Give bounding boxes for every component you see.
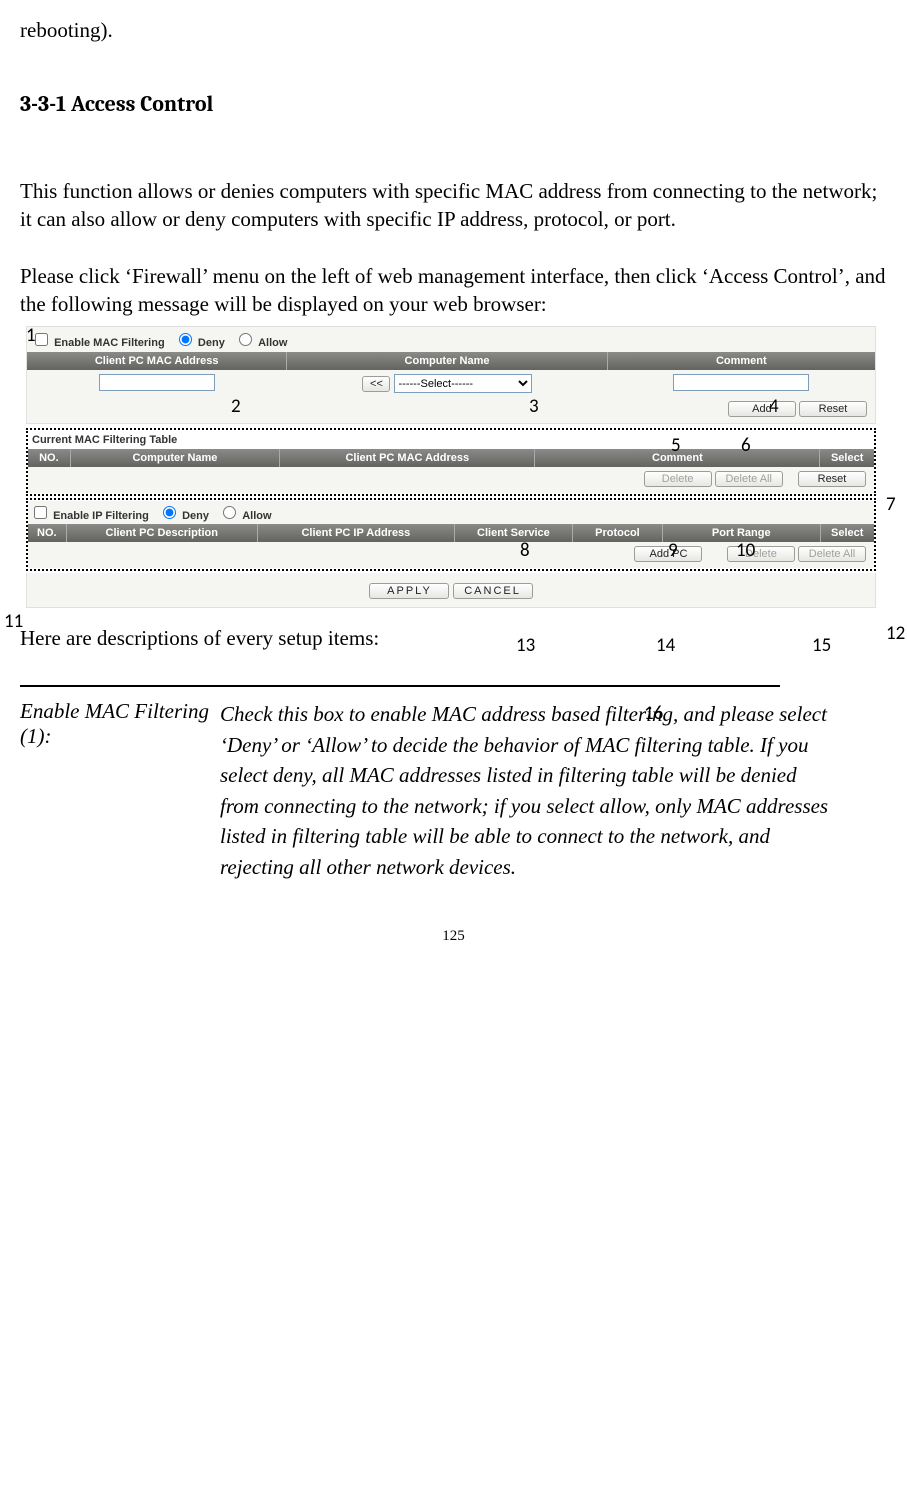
mac-add-body-row: << ------Select------ xyxy=(27,370,875,397)
apply-button[interactable]: APPLY xyxy=(369,583,449,599)
mac-delete-all-button[interactable]: Delete All xyxy=(715,471,783,487)
mac-add-header-row: Client PC MAC Address Computer Name Comm… xyxy=(27,352,875,370)
access-control-screenshot: 1 2 3 4 5 6 7 8 9 10 11 12 13 14 15 16 E… xyxy=(16,326,886,608)
client-mac-input[interactable] xyxy=(99,374,215,391)
page-number: 125 xyxy=(20,928,887,945)
mac-add-button[interactable]: Add xyxy=(728,401,796,417)
mac-comment-input[interactable] xyxy=(673,374,809,391)
items-table: Enable MAC Filtering (1): Check this box… xyxy=(20,699,840,882)
ip-allow-label: Allow xyxy=(242,510,271,522)
enable-ip-filtering-checkbox[interactable] xyxy=(34,506,47,519)
intro-paragraph-1: This function allows or denies computers… xyxy=(20,177,887,234)
mac-delete-button[interactable]: Delete xyxy=(644,471,712,487)
mac-table-h-mac: Client PC MAC Address xyxy=(280,449,535,467)
enable-ip-filtering-label: Enable IP Filtering xyxy=(53,510,149,522)
ip-deny-label: Deny xyxy=(182,510,209,522)
ip-delete-all-button[interactable]: Delete All xyxy=(798,546,866,562)
ip-h-proto: Protocol xyxy=(573,524,663,542)
ip-allow-radio[interactable] xyxy=(223,506,236,519)
section-heading: 3-3-1 Access Control xyxy=(20,91,887,117)
ip-deny-radio[interactable] xyxy=(163,506,176,519)
mac-allow-radio[interactable] xyxy=(239,333,252,346)
mac-deny-radio[interactable] xyxy=(179,333,192,346)
callout-16: 16 xyxy=(644,702,663,725)
callout-5: 5 xyxy=(671,434,681,457)
ip-h-svc: Client Service xyxy=(455,524,573,542)
horizontal-rule xyxy=(20,685,780,687)
mac-allow-label: Allow xyxy=(258,337,287,349)
ip-filtering-bar: Enable IP Filtering Deny Allow xyxy=(28,501,874,524)
mac-table-h-no: NO. xyxy=(28,449,71,467)
mac-table-h-sel: Select xyxy=(820,449,874,467)
items-lead-in: Here are descriptions of every setup ite… xyxy=(20,626,887,651)
copy-mac-button[interactable]: << xyxy=(362,376,390,392)
callout-14: 14 xyxy=(656,634,675,657)
apply-cancel-row: APPLY CANCEL xyxy=(26,573,876,608)
enable-mac-filtering-checkbox[interactable] xyxy=(35,333,48,346)
callout-6: 6 xyxy=(741,434,751,457)
computer-name-select[interactable]: ------Select------ xyxy=(394,374,532,393)
callout-13: 13 xyxy=(516,634,535,657)
ip-h-sel: Select xyxy=(821,524,874,542)
mac-table-h-name: Computer Name xyxy=(71,449,281,467)
enable-mac-filtering-label: Enable MAC Filtering xyxy=(54,337,165,349)
callout-11: 11 xyxy=(4,610,23,633)
mac-deny-label: Deny xyxy=(198,337,225,349)
mac-reset-button[interactable]: Reset xyxy=(799,401,867,417)
callout-3: 3 xyxy=(529,395,539,418)
item-value-1: Check this box to enable MAC address bas… xyxy=(220,699,840,882)
mac-table-button-row: Delete Delete All Reset xyxy=(28,467,874,493)
cancel-button[interactable]: CANCEL xyxy=(453,583,533,599)
callout-15: 15 xyxy=(812,634,831,657)
ip-h-no: NO. xyxy=(28,524,67,542)
mac-header-comment: Comment xyxy=(608,352,875,370)
mac-add-button-row: Add Reset xyxy=(27,397,875,423)
mac-filtering-bar: Enable MAC Filtering Deny Allow xyxy=(27,327,875,352)
ip-h-ip: Client PC IP Address xyxy=(258,524,455,542)
text-fragment-top: rebooting). xyxy=(20,18,887,43)
item-key-1: Enable MAC Filtering (1): xyxy=(20,699,220,882)
mac-filtering-panel: Enable MAC Filtering Deny Allow Client P… xyxy=(26,326,876,424)
callout-1: 1 xyxy=(26,324,36,347)
callout-9: 9 xyxy=(668,539,678,562)
intro-paragraph-2: Please click ‘Firewall’ menu on the left… xyxy=(20,262,887,319)
ip-h-desc: Client PC Description xyxy=(67,524,258,542)
mac-header-macaddr: Client PC MAC Address xyxy=(27,352,287,370)
mac-header-name: Computer Name xyxy=(287,352,607,370)
callout-12: 12 xyxy=(886,622,905,645)
callout-4: 4 xyxy=(769,395,779,418)
callout-2: 2 xyxy=(231,395,241,418)
callout-8: 8 xyxy=(520,539,530,562)
callout-10: 10 xyxy=(736,539,755,562)
callout-7: 7 xyxy=(886,493,896,516)
mac-table-reset-button[interactable]: Reset xyxy=(798,471,866,487)
